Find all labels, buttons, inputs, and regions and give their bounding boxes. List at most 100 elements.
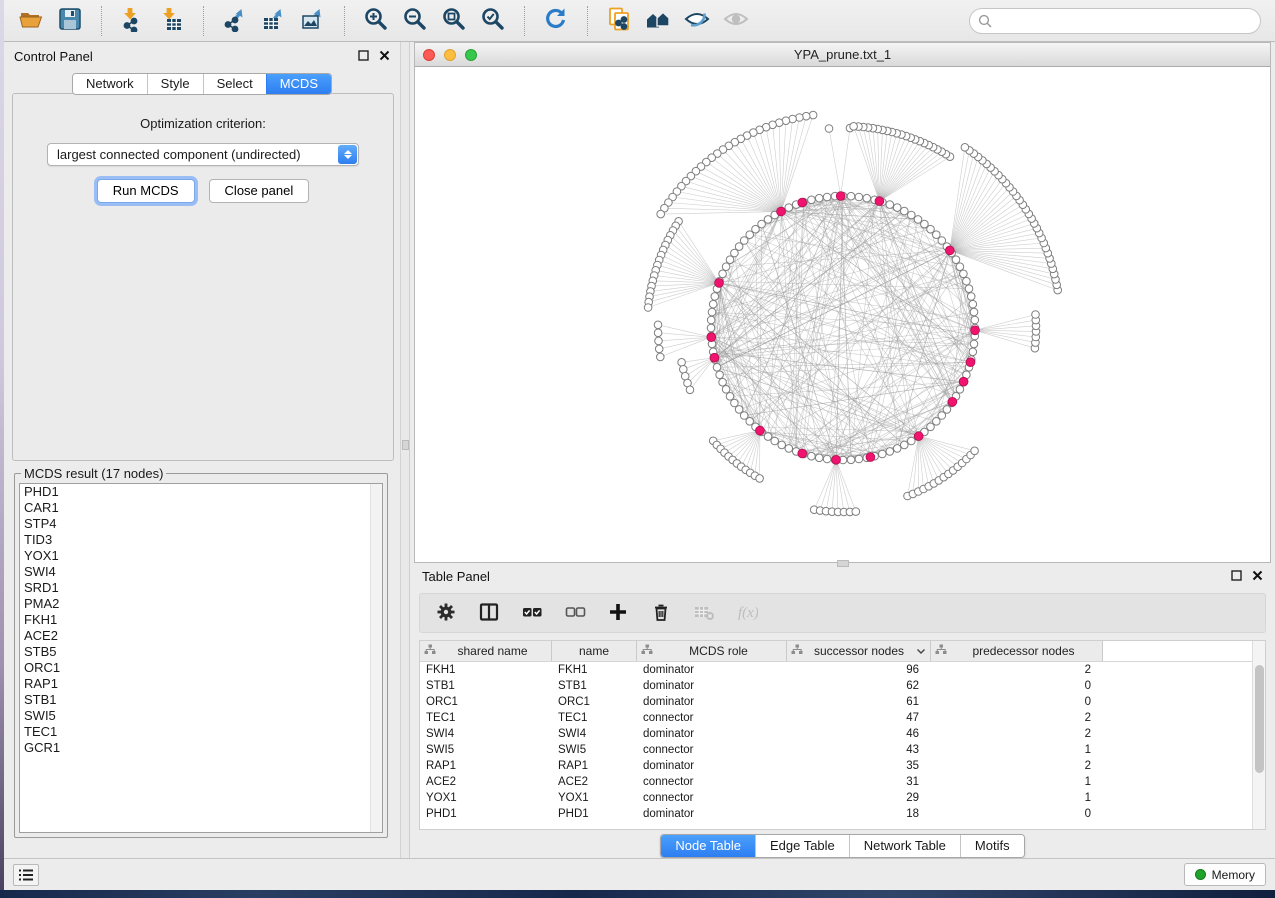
mcds-result-item[interactable]: CAR1 [20, 500, 382, 516]
export-image-button[interactable] [296, 4, 330, 38]
tab-mcds[interactable]: MCDS [266, 74, 331, 94]
ring-node[interactable] [901, 207, 909, 215]
leaf-node[interactable] [686, 386, 694, 394]
ring-node[interactable] [970, 308, 978, 316]
mcds-node[interactable] [875, 197, 884, 206]
table-row[interactable]: FKH1FKH1dominator962 [420, 662, 1252, 678]
tab-node-table[interactable]: Node Table [661, 835, 755, 857]
result-list-scrollbar[interactable] [370, 484, 382, 832]
memory-button[interactable]: Memory [1184, 863, 1266, 886]
close-table-panel-icon[interactable] [1252, 569, 1263, 584]
table-row[interactable]: SWI5SWI5connector431 [420, 742, 1252, 758]
ring-node[interactable] [863, 194, 871, 202]
ring-node[interactable] [886, 448, 894, 456]
leaf-node[interactable] [678, 359, 686, 367]
hide-selected-button[interactable] [680, 4, 714, 38]
leaf-node[interactable] [1032, 311, 1040, 319]
float-table-panel-icon[interactable] [1231, 569, 1242, 584]
ring-node[interactable] [855, 455, 863, 463]
mcds-node[interactable] [832, 455, 841, 464]
leaf-node[interactable] [680, 366, 688, 374]
leaf-node[interactable] [852, 508, 860, 516]
table-row[interactable]: TEC1TEC1connector472 [420, 710, 1252, 726]
table-row[interactable]: YOX1YOX1connector291 [420, 790, 1252, 806]
leaf-node[interactable] [654, 321, 662, 329]
mcds-result-item[interactable]: STP4 [20, 516, 382, 532]
mcds-node[interactable] [959, 377, 968, 386]
tab-network-table[interactable]: Network Table [849, 835, 960, 857]
ring-node[interactable] [785, 445, 793, 453]
leaf-node[interactable] [971, 447, 979, 455]
mcds-node[interactable] [866, 453, 875, 462]
mcds-node[interactable] [948, 397, 957, 406]
ring-node[interactable] [771, 437, 779, 445]
export-network-button[interactable] [218, 4, 252, 38]
mcds-node[interactable] [710, 353, 719, 362]
ring-node[interactable] [969, 300, 977, 308]
mcds-node[interactable] [966, 358, 975, 367]
ring-node[interactable] [726, 256, 734, 264]
criterion-select[interactable]: largest connected component (undirected) [47, 143, 359, 166]
ring-node[interactable] [908, 437, 916, 445]
leaf-node[interactable] [961, 144, 969, 152]
ring-node[interactable] [764, 433, 772, 441]
ring-node[interactable] [855, 193, 863, 201]
mcds-result-item[interactable]: STB5 [20, 644, 382, 660]
deselect-all-checkbox-button[interactable] [565, 602, 586, 625]
horizontal-splitter-grip[interactable] [837, 560, 849, 567]
open-file-button[interactable] [14, 4, 48, 38]
ring-node[interactable] [707, 316, 715, 324]
tab-motifs[interactable]: Motifs [960, 835, 1024, 857]
ring-node[interactable] [785, 204, 793, 212]
ring-node[interactable] [901, 441, 909, 449]
column-header-name[interactable]: name [552, 641, 637, 661]
zoom-in-button[interactable] [359, 4, 393, 38]
ring-node[interactable] [967, 293, 975, 301]
mcds-result-item[interactable]: TEC1 [20, 724, 382, 740]
zoom-fit-button[interactable] [437, 4, 471, 38]
ring-node[interactable] [956, 263, 964, 271]
mcds-result-item[interactable]: TID3 [20, 532, 382, 548]
run-mcds-button[interactable]: Run MCDS [97, 179, 195, 203]
ring-node[interactable] [956, 386, 964, 394]
column-selector-button[interactable] [479, 602, 500, 625]
ring-node[interactable] [971, 316, 979, 324]
mcds-result-item[interactable]: RAP1 [20, 676, 382, 692]
first-neighbors-button[interactable] [641, 4, 675, 38]
tab-style[interactable]: Style [147, 74, 203, 94]
zoom-out-button[interactable] [398, 4, 432, 38]
leaf-node[interactable] [809, 111, 817, 119]
ring-node[interactable] [713, 364, 721, 372]
ring-node[interactable] [963, 277, 971, 285]
splitter-grip[interactable] [402, 440, 409, 450]
leaf-node[interactable] [850, 123, 858, 131]
ring-node[interactable] [965, 285, 973, 293]
task-history-button[interactable] [13, 864, 39, 886]
table-scrollbar[interactable] [1252, 641, 1265, 829]
leaf-node[interactable] [802, 112, 810, 120]
mcds-result-item[interactable]: SWI5 [20, 708, 382, 724]
table-row[interactable]: PHD1PHD1dominator180 [420, 806, 1252, 822]
mcds-node[interactable] [707, 333, 716, 342]
ring-node[interactable] [778, 441, 786, 449]
tab-edge-table[interactable]: Edge Table [755, 835, 849, 857]
ring-node[interactable] [952, 256, 960, 264]
ring-node[interactable] [815, 194, 823, 202]
ring-node[interactable] [886, 201, 894, 209]
ring-node[interactable] [719, 378, 727, 386]
tab-select[interactable]: Select [203, 74, 266, 94]
clone-network-button[interactable] [602, 4, 636, 38]
mcds-node[interactable] [715, 279, 724, 288]
ring-node[interactable] [893, 445, 901, 453]
mcds-node[interactable] [777, 207, 786, 216]
ring-node[interactable] [711, 293, 719, 301]
leaf-node[interactable] [655, 337, 663, 345]
mcds-node[interactable] [836, 192, 845, 201]
mcds-result-list[interactable]: PHD1CAR1STP4TID3YOX1SWI4SRD1PMA2FKH1ACE2… [19, 483, 383, 833]
mcds-result-item[interactable]: FKH1 [20, 612, 382, 628]
ring-node[interactable] [731, 249, 739, 257]
mcds-result-item[interactable]: GCR1 [20, 740, 382, 756]
ring-node[interactable] [707, 324, 715, 332]
ring-node[interactable] [908, 211, 916, 219]
ring-node[interactable] [823, 455, 831, 463]
